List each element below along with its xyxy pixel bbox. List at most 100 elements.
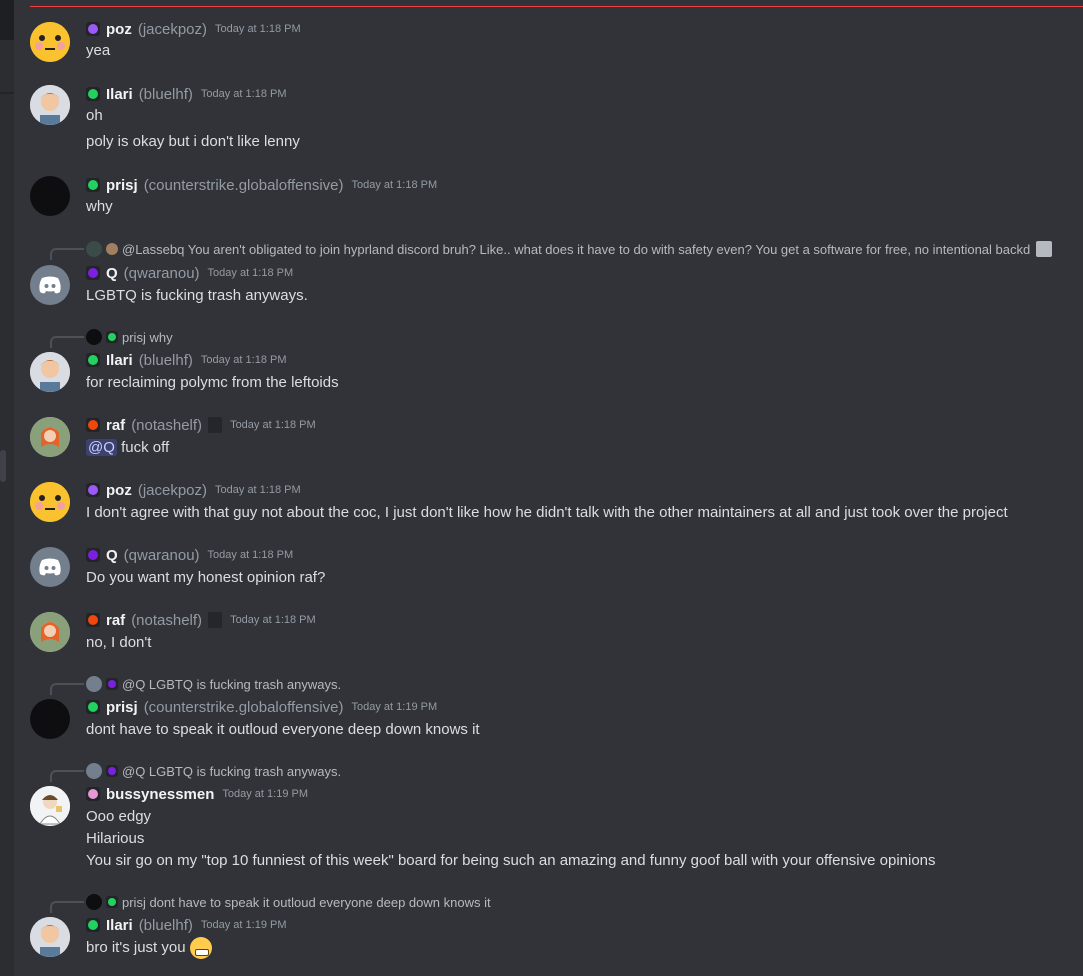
- username[interactable]: poz: [106, 21, 132, 38]
- message-text: I don't agree with that guy not about th…: [86, 504, 1008, 521]
- reply-text: prisj dont have to speak it outloud ever…: [122, 894, 491, 910]
- role-icon: [106, 678, 118, 690]
- reply-text: @Lassebq You aren't obligated to join hy…: [122, 241, 1031, 257]
- role-icon: [106, 331, 118, 343]
- user-handle: (counterstrike.globaloffensive): [143, 698, 344, 716]
- timestamp[interactable]: Today at 1:18 PM: [230, 419, 316, 431]
- username[interactable]: prisj: [106, 699, 138, 716]
- timestamp[interactable]: Today at 1:18 PM: [208, 549, 294, 561]
- role-icon: [86, 613, 100, 627]
- username[interactable]: Q: [106, 265, 118, 282]
- reply-spine: [50, 770, 84, 782]
- message-text-body: bro it's just you: [86, 938, 186, 956]
- reply-preview[interactable]: @Q LGBTQ is fucking trash anyways.: [86, 676, 341, 692]
- timestamp[interactable]: Today at 1:18 PM: [215, 484, 301, 496]
- username[interactable]: Ilari: [106, 86, 133, 103]
- reply-preview[interactable]: prisj dont have to speak it outloud ever…: [86, 894, 491, 910]
- timestamp[interactable]: Today at 1:18 PM: [215, 23, 301, 35]
- role-icon: [86, 548, 100, 562]
- role-icon: [106, 765, 118, 777]
- user-handle: (counterstrike.globaloffensive): [143, 176, 344, 194]
- reply-avatar: [86, 676, 102, 692]
- grimacing-face-icon: [189, 937, 212, 959]
- message-text: Ooo edgy: [86, 808, 152, 825]
- avatar[interactable]: [30, 547, 70, 587]
- username[interactable]: Ilari: [106, 352, 133, 369]
- username[interactable]: Q: [106, 547, 118, 564]
- avatar[interactable]: [30, 85, 70, 125]
- role-icon: [86, 700, 100, 714]
- role-icon: [86, 266, 100, 280]
- reply-spine: [50, 683, 84, 695]
- user-handle: (notashelf): [131, 611, 203, 629]
- user-handle: (qwaranou): [123, 264, 200, 282]
- reply-preview[interactable]: @Q LGBTQ is fucking trash anyways.: [86, 763, 341, 779]
- sidebar-edge-divider: [0, 92, 14, 94]
- avatar[interactable]: [30, 699, 70, 739]
- role-icon: [86, 22, 100, 36]
- reply-avatar: [86, 763, 102, 779]
- reply-preview[interactable]: prisj why: [86, 329, 173, 345]
- role-icon: [106, 896, 118, 908]
- message-text: why: [86, 198, 113, 215]
- message-text: @Q fuck off: [86, 438, 169, 458]
- message-text: oh: [86, 107, 103, 124]
- avatar[interactable]: [30, 265, 70, 305]
- role-icon: [86, 353, 100, 367]
- username[interactable]: prisj: [106, 177, 138, 194]
- server-tag-badge[interactable]: [208, 612, 223, 628]
- role-icon: [86, 483, 100, 497]
- role-icon: [86, 178, 100, 192]
- timestamp[interactable]: Today at 1:18 PM: [230, 614, 316, 626]
- user-handle: (bluelhf): [138, 85, 193, 103]
- message-text: for reclaiming polymc from the leftoids: [86, 374, 339, 391]
- message-text: no, I don't: [86, 634, 152, 651]
- sidebar-scrollbar[interactable]: [0, 450, 6, 482]
- timestamp[interactable]: Today at 1:19 PM: [222, 788, 308, 800]
- avatar[interactable]: [30, 417, 70, 457]
- message-text: yea: [86, 42, 111, 59]
- role-icon: [86, 918, 100, 932]
- user-mention[interactable]: @Q: [86, 439, 117, 456]
- reply-spine: [50, 901, 84, 913]
- timestamp[interactable]: Today at 1:19 PM: [201, 919, 287, 931]
- timestamp[interactable]: Today at 1:19 PM: [352, 701, 438, 713]
- username[interactable]: poz: [106, 482, 132, 499]
- user-handle: (bluelhf): [138, 916, 193, 934]
- discord-logo-icon: [39, 558, 61, 576]
- reply-text: prisj why: [122, 329, 173, 345]
- timestamp[interactable]: Today at 1:18 PM: [201, 88, 287, 100]
- reply-spine: [50, 336, 84, 348]
- avatar[interactable]: [30, 22, 70, 62]
- role-icon: [86, 787, 100, 801]
- username[interactable]: raf: [106, 612, 125, 629]
- timestamp[interactable]: Today at 1:18 PM: [352, 179, 438, 191]
- message-text: LGBTQ is fucking trash anyways.: [86, 287, 308, 304]
- username[interactable]: bussynessmen: [106, 786, 214, 803]
- new-messages-divider: [30, 6, 1083, 7]
- reply-avatar-secondary: [106, 243, 118, 255]
- reply-spine: [50, 248, 84, 260]
- avatar[interactable]: [30, 786, 70, 826]
- timestamp[interactable]: Today at 1:18 PM: [208, 267, 294, 279]
- message-text: Hilarious: [86, 830, 145, 847]
- message-text: Do you want my honest opinion raf?: [86, 569, 326, 586]
- username[interactable]: Ilari: [106, 917, 133, 934]
- user-handle: (jacekpoz): [137, 481, 208, 499]
- avatar[interactable]: [30, 612, 70, 652]
- message-text: dont have to speak it outloud everyone d…: [86, 721, 480, 738]
- timestamp[interactable]: Today at 1:18 PM: [201, 354, 287, 366]
- reply-avatar: [86, 241, 102, 257]
- reply-avatar: [86, 894, 102, 910]
- avatar[interactable]: [30, 352, 70, 392]
- username[interactable]: raf: [106, 417, 125, 434]
- reply-preview[interactable]: @Lassebq You aren't obligated to join hy…: [86, 241, 1053, 257]
- avatar[interactable]: [30, 917, 70, 957]
- reply-avatar: [86, 329, 102, 345]
- sidebar-edge-top: [0, 0, 14, 40]
- server-tag-badge[interactable]: [208, 417, 223, 433]
- server-sidebar-edge: [0, 0, 14, 976]
- avatar[interactable]: [30, 482, 70, 522]
- user-handle: (qwaranou): [123, 546, 200, 564]
- avatar[interactable]: [30, 176, 70, 216]
